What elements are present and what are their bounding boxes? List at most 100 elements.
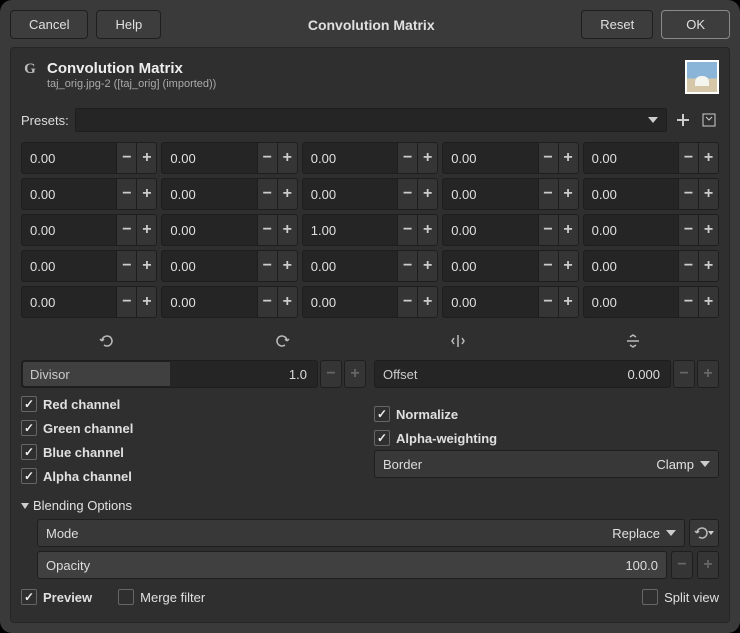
increment-button[interactable]: + <box>558 143 578 173</box>
decrement-button[interactable]: − <box>116 143 136 173</box>
decrement-button[interactable]: − <box>397 143 417 173</box>
decrement-button[interactable]: − <box>257 143 277 173</box>
decrement-button[interactable]: − <box>397 251 417 281</box>
split-view-checkbox[interactable] <box>642 589 658 605</box>
matrix-input[interactable] <box>22 143 116 173</box>
merge-filter-checkbox[interactable] <box>118 589 134 605</box>
increment-button[interactable]: + <box>277 287 297 317</box>
increment-button[interactable]: + <box>698 179 718 209</box>
decrement-button[interactable]: − <box>397 287 417 317</box>
decrement-button[interactable]: − <box>116 179 136 209</box>
cancel-button[interactable]: Cancel <box>10 10 88 39</box>
increment-button[interactable]: + <box>558 287 578 317</box>
decrement-button[interactable]: − <box>678 179 698 209</box>
matrix-input[interactable] <box>303 251 397 281</box>
opacity-decrement[interactable]: − <box>671 551 693 579</box>
increment-button[interactable]: + <box>698 287 718 317</box>
rotate-cw-button[interactable] <box>197 330 369 352</box>
decrement-button[interactable]: − <box>116 215 136 245</box>
decrement-button[interactable]: − <box>257 215 277 245</box>
offset-field[interactable]: Offset 0.000 <box>374 360 671 388</box>
decrement-button[interactable]: − <box>538 287 558 317</box>
presets-dropdown[interactable] <box>75 108 667 132</box>
decrement-button[interactable]: − <box>538 179 558 209</box>
blue-channel-checkbox[interactable] <box>21 444 37 460</box>
decrement-button[interactable]: − <box>257 179 277 209</box>
increment-button[interactable]: + <box>698 143 718 173</box>
opacity-increment[interactable]: + <box>697 551 719 579</box>
decrement-button[interactable]: − <box>538 251 558 281</box>
matrix-input[interactable] <box>303 179 397 209</box>
increment-button[interactable]: + <box>277 251 297 281</box>
matrix-input[interactable] <box>584 287 678 317</box>
matrix-input[interactable] <box>162 215 256 245</box>
matrix-input[interactable] <box>584 215 678 245</box>
increment-button[interactable]: + <box>558 179 578 209</box>
increment-button[interactable]: + <box>136 215 156 245</box>
increment-button[interactable]: + <box>698 215 718 245</box>
mode-reset-button[interactable] <box>689 519 719 547</box>
matrix-input[interactable] <box>22 251 116 281</box>
preview-thumbnail[interactable] <box>685 60 719 94</box>
decrement-button[interactable]: − <box>538 215 558 245</box>
divisor-decrement[interactable]: − <box>320 360 342 388</box>
matrix-input[interactable] <box>584 143 678 173</box>
increment-button[interactable]: + <box>136 287 156 317</box>
increment-button[interactable]: + <box>136 143 156 173</box>
decrement-button[interactable]: − <box>257 251 277 281</box>
decrement-button[interactable]: − <box>678 143 698 173</box>
mode-dropdown[interactable]: Mode Replace <box>37 519 685 547</box>
reset-button[interactable]: Reset <box>581 10 653 39</box>
matrix-input[interactable] <box>162 179 256 209</box>
decrement-button[interactable]: − <box>678 287 698 317</box>
preview-checkbox[interactable] <box>21 589 37 605</box>
increment-button[interactable]: + <box>417 215 437 245</box>
matrix-input[interactable] <box>22 179 116 209</box>
decrement-button[interactable]: − <box>397 179 417 209</box>
decrement-button[interactable]: − <box>678 215 698 245</box>
flip-horizontal-button[interactable] <box>372 330 544 352</box>
increment-button[interactable]: + <box>558 215 578 245</box>
offset-increment[interactable]: + <box>697 360 719 388</box>
matrix-input[interactable] <box>162 251 256 281</box>
help-button[interactable]: Help <box>96 10 161 39</box>
matrix-input[interactable] <box>22 215 116 245</box>
increment-button[interactable]: + <box>136 251 156 281</box>
matrix-input[interactable] <box>443 143 537 173</box>
matrix-input[interactable] <box>443 287 537 317</box>
increment-button[interactable]: + <box>558 251 578 281</box>
border-dropdown[interactable]: Border Clamp <box>374 450 719 478</box>
increment-button[interactable]: + <box>277 179 297 209</box>
matrix-input[interactable] <box>303 215 397 245</box>
decrement-button[interactable]: − <box>397 215 417 245</box>
offset-decrement[interactable]: − <box>673 360 695 388</box>
matrix-input[interactable] <box>584 251 678 281</box>
preset-add-button[interactable] <box>673 110 693 130</box>
increment-button[interactable]: + <box>136 179 156 209</box>
preset-menu-button[interactable] <box>699 110 719 130</box>
normalize-checkbox[interactable] <box>374 406 390 422</box>
decrement-button[interactable]: − <box>678 251 698 281</box>
decrement-button[interactable]: − <box>116 287 136 317</box>
matrix-input[interactable] <box>162 287 256 317</box>
decrement-button[interactable]: − <box>257 287 277 317</box>
divisor-increment[interactable]: + <box>344 360 366 388</box>
matrix-input[interactable] <box>303 143 397 173</box>
increment-button[interactable]: + <box>417 179 437 209</box>
green-channel-checkbox[interactable] <box>21 420 37 436</box>
increment-button[interactable]: + <box>698 251 718 281</box>
matrix-input[interactable] <box>443 251 537 281</box>
increment-button[interactable]: + <box>277 215 297 245</box>
matrix-input[interactable] <box>303 287 397 317</box>
rotate-ccw-button[interactable] <box>21 330 193 352</box>
decrement-button[interactable]: − <box>538 143 558 173</box>
flip-vertical-button[interactable] <box>548 330 720 352</box>
opacity-slider[interactable]: Opacity 100.0 <box>37 551 667 579</box>
increment-button[interactable]: + <box>417 287 437 317</box>
matrix-input[interactable] <box>443 179 537 209</box>
matrix-input[interactable] <box>443 215 537 245</box>
ok-button[interactable]: OK <box>661 10 730 39</box>
blending-options-disclosure[interactable]: Blending Options <box>21 492 719 515</box>
alpha-channel-checkbox[interactable] <box>21 468 37 484</box>
decrement-button[interactable]: − <box>116 251 136 281</box>
